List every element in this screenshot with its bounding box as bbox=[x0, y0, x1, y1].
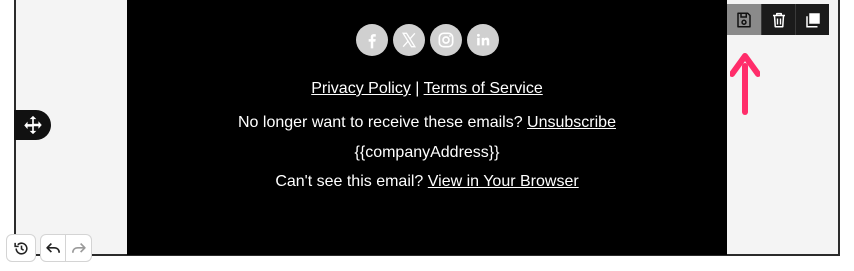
block-toolbar bbox=[727, 4, 829, 35]
move-handle[interactable] bbox=[14, 110, 51, 140]
delete-button[interactable] bbox=[761, 4, 795, 35]
move-icon bbox=[23, 115, 42, 135]
view-in-browser-line: Can't see this email? View in Your Brows… bbox=[127, 172, 727, 192]
annotation-arrow-icon bbox=[730, 53, 760, 115]
instagram-icon[interactable] bbox=[429, 24, 462, 56]
link-separator: | bbox=[410, 80, 424, 97]
duplicate-button[interactable] bbox=[795, 4, 829, 35]
undo-icon bbox=[45, 242, 60, 253]
history-controls bbox=[6, 234, 92, 262]
unsubscribe-line: No longer want to receive these emails? … bbox=[127, 113, 727, 133]
duplicate-icon bbox=[805, 12, 820, 27]
email-footer-section[interactable]: Privacy Policy | Terms of Service No lon… bbox=[127, 0, 727, 255]
browser-prefix: Can't see this email? bbox=[275, 173, 428, 190]
social-icons-row bbox=[127, 24, 727, 56]
undo-button[interactable] bbox=[40, 234, 66, 262]
redo-button[interactable] bbox=[66, 234, 92, 262]
unsubscribe-link[interactable]: Unsubscribe bbox=[527, 114, 616, 131]
linkedin-icon[interactable] bbox=[466, 24, 499, 56]
view-in-browser-link[interactable]: View in Your Browser bbox=[428, 173, 579, 190]
company-address: {{companyAddress}} bbox=[354, 144, 500, 161]
legal-links: Privacy Policy | Terms of Service bbox=[127, 79, 727, 99]
save-button[interactable] bbox=[727, 4, 761, 35]
version-history-button[interactable] bbox=[6, 234, 36, 262]
unsubscribe-prefix: No longer want to receive these emails? bbox=[238, 114, 528, 131]
email-editor: Privacy Policy | Terms of Service No lon… bbox=[0, 0, 854, 271]
x-icon[interactable] bbox=[392, 24, 425, 56]
save-icon bbox=[737, 12, 751, 27]
facebook-icon[interactable] bbox=[355, 24, 388, 56]
trash-icon bbox=[772, 12, 785, 27]
privacy-policy-link[interactable]: Privacy Policy bbox=[311, 80, 411, 97]
redo-icon bbox=[71, 242, 86, 253]
history-icon bbox=[13, 241, 28, 255]
terms-of-service-link[interactable]: Terms of Service bbox=[424, 80, 543, 97]
